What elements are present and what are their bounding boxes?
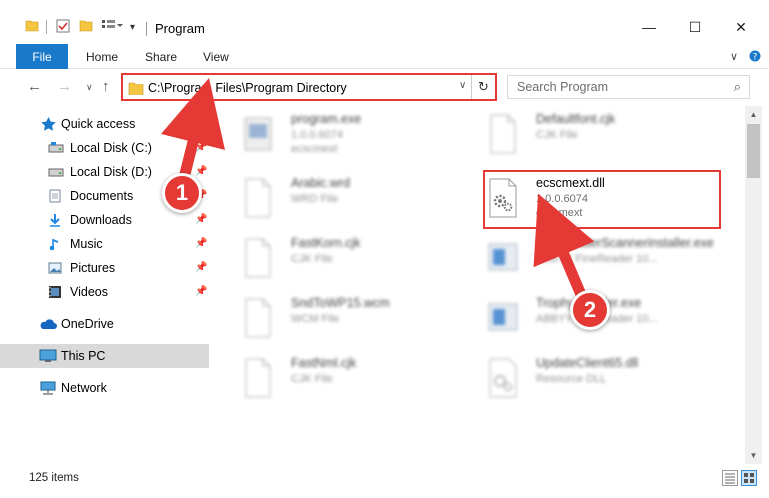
arrow-2 (533, 193, 595, 303)
annotation-arrows (160, 77, 595, 303)
step-badge-1: 1 (162, 173, 202, 213)
arrow-1 (160, 77, 226, 188)
step-badge-2: 2 (570, 290, 610, 330)
